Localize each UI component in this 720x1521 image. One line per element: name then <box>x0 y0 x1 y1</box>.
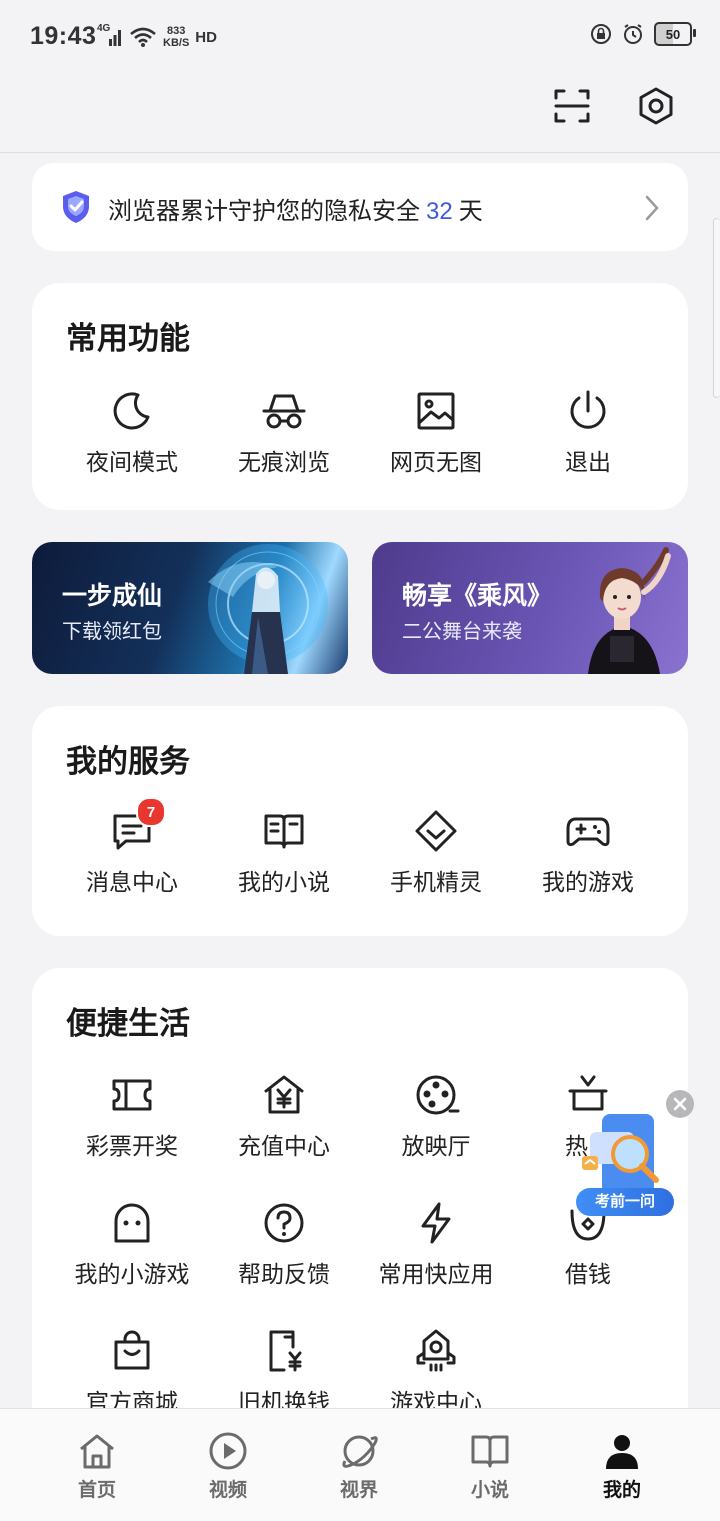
wifi-icon <box>130 27 156 47</box>
screening-room-button[interactable]: 放映厅 <box>360 1071 512 1161</box>
banner-subtitle: 下载领红包 <box>62 621 162 643</box>
my-novels-button[interactable]: 我的小说 <box>208 807 360 897</box>
my-games-button[interactable]: 我的游戏 <box>512 807 664 897</box>
incognito-icon <box>262 394 306 429</box>
nav-vision[interactable]: 视界 <box>309 1431 409 1502</box>
scan-button[interactable] <box>548 82 596 130</box>
status-time: 19:43 <box>30 22 97 50</box>
phone-assistant-button[interactable]: 手机精灵 <box>360 807 512 897</box>
night-mode-button[interactable]: 夜间模式 <box>56 387 208 477</box>
ticket-icon <box>112 1079 152 1111</box>
incognito-button[interactable]: 无痕浏览 <box>208 387 360 477</box>
book-icon <box>264 814 304 849</box>
scroll-indicator[interactable] <box>713 218 720 398</box>
diamond-icon <box>415 810 457 852</box>
film-reel-icon <box>416 1075 460 1115</box>
lottery-results-button[interactable]: 彩票开奖 <box>56 1071 208 1161</box>
recharge-center-button[interactable]: 充值中心 <box>208 1071 360 1161</box>
message-center-button[interactable]: 7 消息中心 <box>56 797 208 897</box>
play-icon <box>209 1432 247 1470</box>
banner-subtitle: 二公舞台来袭 <box>402 621 522 643</box>
no-image-button[interactable]: 网页无图 <box>360 387 512 477</box>
nav-novel[interactable]: 小说 <box>440 1431 540 1502</box>
game-center-button[interactable]: 游戏中心 <box>360 1327 512 1417</box>
top-bar <box>0 74 720 153</box>
my-services-card: 我的服务 7 消息中心 我的小说 手机精灵 我的游戏 <box>32 706 688 936</box>
common-functions-card: 常用功能 夜间模式 无痕浏览 网页无图 退出 <box>32 283 688 510</box>
recharge-icon <box>264 1075 304 1114</box>
trade-in-phone-button[interactable]: 旧机换钱 <box>208 1327 360 1417</box>
help-icon <box>264 1203 304 1243</box>
image-icon <box>417 392 455 430</box>
planet-icon <box>342 1435 378 1468</box>
phone-trade-icon <box>269 1330 302 1372</box>
close-widget-button[interactable] <box>666 1090 694 1118</box>
exam-question-widget[interactable]: 考前一问 <box>566 1090 696 1220</box>
section-title: 我的服务 <box>66 744 190 779</box>
battery-icon: 50 <box>654 22 696 46</box>
promo-banner-show[interactable]: 畅享《乘风》 二公舞台来袭 <box>372 542 688 674</box>
book-open-icon <box>471 1435 509 1468</box>
gamepad-icon <box>566 817 610 847</box>
official-store-button[interactable]: 官方商城 <box>56 1327 208 1417</box>
performer-photo <box>588 547 671 674</box>
promo-banner-game[interactable]: 一步成仙 下载领红包 <box>32 542 348 674</box>
privacy-banner[interactable]: 浏览器累计守护您的隐私安全 32 天 <box>32 163 688 251</box>
settings-button[interactable] <box>632 82 680 130</box>
alarm-icon <box>624 24 642 44</box>
privacy-days-unit: 天 <box>458 198 483 225</box>
exam-question-label: 考前一问 <box>576 1188 674 1216</box>
section-title: 常用功能 <box>66 321 190 356</box>
shopping-bag-icon <box>114 1330 150 1370</box>
person-icon <box>606 1435 638 1469</box>
lightning-icon <box>421 1202 451 1244</box>
help-feedback-button[interactable]: 帮助反馈 <box>208 1199 360 1289</box>
nav-home[interactable]: 首页 <box>47 1431 147 1502</box>
fantasy-character-art <box>208 544 328 674</box>
nav-video[interactable]: 视频 <box>178 1431 278 1502</box>
rotation-lock-icon <box>591 24 611 44</box>
banner-title: 畅享《乘风》 <box>402 582 553 610</box>
status-bar: 19:43 4G 833 KB/S HD 50 <box>0 0 720 74</box>
close-icon <box>673 1097 687 1111</box>
hd-voice-indicator: HD <box>195 28 217 46</box>
exit-button[interactable]: 退出 <box>512 387 664 477</box>
privacy-days: 32 <box>426 198 453 225</box>
chevron-right-icon <box>645 195 659 221</box>
ghost-icon <box>114 1203 150 1243</box>
home-icon <box>80 1434 114 1469</box>
mini-games-button[interactable]: 我的小游戏 <box>56 1199 208 1289</box>
cellular-signal-icon: 4G <box>97 23 123 48</box>
scan-icon <box>554 89 590 123</box>
shield-icon <box>63 191 89 223</box>
moon-icon <box>113 392 150 430</box>
notification-badge: 7 <box>136 797 166 827</box>
network-speed: 833 KB/S <box>163 25 190 49</box>
section-title: 便捷生活 <box>66 1006 190 1041</box>
bottom-navigation: 首页 视频 视界 小说 我的 <box>0 1408 720 1521</box>
banner-title: 一步成仙 <box>62 582 163 610</box>
settings-hexagon-icon <box>639 87 673 125</box>
game-center-icon <box>416 1329 456 1372</box>
nav-mine[interactable]: 我的 <box>572 1431 672 1502</box>
privacy-text: 浏览器累计守护您的隐私安全 <box>108 198 420 225</box>
quick-apps-button[interactable]: 常用快应用 <box>360 1199 512 1289</box>
power-icon <box>570 390 606 429</box>
